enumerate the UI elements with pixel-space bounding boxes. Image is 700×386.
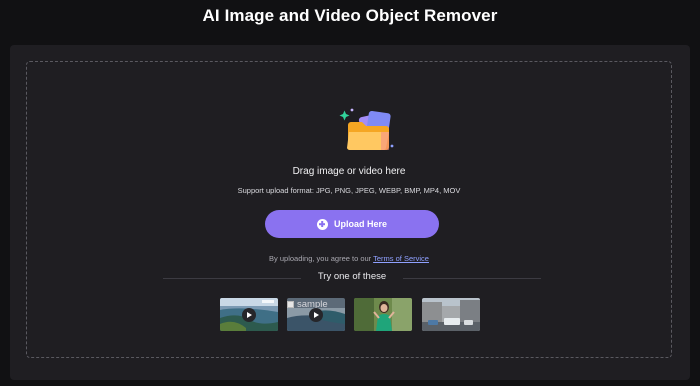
- upload-dropzone[interactable]: Drag image or video here Support upload …: [26, 61, 672, 358]
- play-icon: [309, 308, 323, 322]
- upload-panel: Drag image or video here Support upload …: [10, 45, 690, 380]
- terms-prefix: By uploading, you agree to our: [269, 254, 374, 263]
- sample-thumb-woman-image[interactable]: [354, 298, 412, 331]
- folder-icon: [339, 108, 394, 151]
- page-title: AI Image and Video Object Remover: [202, 6, 498, 25]
- samples-heading: Try one of these: [317, 271, 387, 282]
- terms-of-service-link[interactable]: Terms of Service: [373, 254, 429, 263]
- upload-button[interactable]: Upload Here: [265, 210, 439, 238]
- upload-button-label: Upload Here: [333, 219, 387, 229]
- plus-circle-icon: [316, 218, 328, 230]
- sample-thumb-coastal-video[interactable]: [220, 298, 278, 331]
- play-icon: [242, 308, 256, 322]
- sample-thumb-broken-video[interactable]: sample: [287, 298, 345, 331]
- broken-image-icon: [287, 301, 294, 308]
- samples-divider: Try one of these: [163, 271, 541, 287]
- sample-thumb-city-image[interactable]: [422, 298, 480, 331]
- sample-list: sample: [220, 298, 482, 332]
- drag-instruction: Drag image or video here: [292, 166, 406, 177]
- terms-notice: By uploading, you agree to our Terms of …: [27, 254, 671, 263]
- divider-line-right: [403, 278, 541, 279]
- supported-formats: Support upload format: JPG, PNG, JPEG, W…: [237, 186, 461, 195]
